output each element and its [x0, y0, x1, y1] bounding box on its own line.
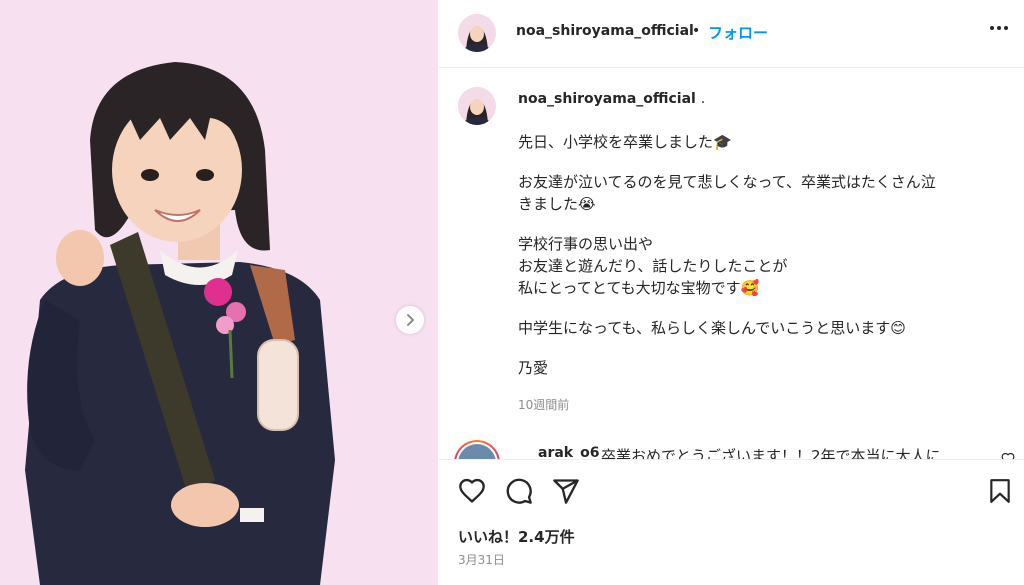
header-username[interactable]: noa_shiroyama_official	[516, 23, 694, 39]
caption-paragraph: 中学生になっても、私らしく楽しんでいこうと思います😊	[518, 317, 998, 339]
comment-avatar[interactable]	[454, 440, 500, 459]
likes-count[interactable]: いいね！2.4万件	[458, 526, 575, 547]
caption-avatar[interactable]	[458, 87, 496, 125]
save-button[interactable]	[987, 477, 1013, 509]
caption-paragraph: 先日、小学校を卒業しました🎓	[518, 131, 998, 153]
more-options-button[interactable]	[987, 16, 1011, 46]
avatar-image	[458, 87, 496, 125]
next-photo-button[interactable]	[396, 306, 424, 334]
post-media	[0, 0, 438, 585]
caption-paragraph: 乃愛	[518, 357, 998, 379]
more-horizontal-icon	[990, 26, 1008, 30]
chevron-right-icon	[407, 314, 414, 326]
post-header: noa_shiroyama_official • フォロー	[438, 0, 1024, 68]
caption-line: お友達と遊んだり、話したりしたことが	[518, 257, 788, 275]
caption-line: きました😭	[518, 195, 596, 213]
caption-line: 私にとってとても大切な宝物です🥰	[518, 279, 760, 297]
post-photo	[0, 0, 438, 585]
like-button[interactable]	[458, 477, 486, 509]
caption-signature: 乃愛	[518, 359, 549, 377]
action-bar: いいね！2.4万件 3月31日	[438, 459, 1024, 585]
caption-line: 学校行事の思い出や	[518, 235, 654, 253]
caption-paragraph: 学校行事の思い出や お友達と遊んだり、話したりしたことが 私にとってとても大切な…	[518, 233, 998, 299]
caption-text: 先日、小学校を卒業しました🎓 お友達が泣いてるのを見て悲しくなって、卒業式はたく…	[518, 131, 998, 397]
bookmark-icon	[990, 479, 1010, 503]
caption-timestamp[interactable]: 10週間前	[518, 396, 569, 413]
post-date[interactable]: 3月31日	[458, 551, 505, 568]
caption-line: 先日、小学校を卒業しました🎓	[518, 133, 732, 151]
post-side-panel: noa_shiroyama_official • フォロー noa_shiroy…	[438, 0, 1024, 585]
heart-icon	[459, 478, 485, 503]
caption-line: 中学生になっても、私らしく楽しんでいこうと思います😊	[518, 319, 906, 337]
comment-like-button[interactable]	[1001, 451, 1015, 459]
comment-button[interactable]	[505, 477, 533, 509]
comment-text: 卒業おめでとうございます！！2年で本当に大人に	[601, 447, 941, 459]
caption-paragraph: お友達が泣いてるのを見て悲しくなって、卒業式はたくさん泣 きました😭	[518, 171, 998, 215]
comment-row: arak_o6 卒業おめでとうございます！！2年で本当に大人に	[454, 437, 1015, 459]
comment-username[interactable]: arak_o6	[538, 445, 599, 459]
caption-username-line: noa_shiroyama_official .	[518, 91, 705, 107]
avatar[interactable]	[458, 14, 496, 52]
header-separator: •	[692, 23, 701, 39]
send-icon	[553, 479, 579, 504]
share-button[interactable]	[552, 477, 580, 509]
comment-icon	[506, 478, 532, 504]
caption-line: お友達が泣いてるのを見て悲しくなって、卒業式はたくさん泣	[518, 173, 936, 191]
follow-button[interactable]: フォロー	[708, 22, 768, 43]
caption-username[interactable]: noa_shiroyama_official	[518, 91, 696, 107]
avatar-image	[458, 14, 496, 52]
caption-username-suffix: .	[700, 91, 706, 107]
caption-area: noa_shiroyama_official . 先日、小学校を卒業しました🎓 …	[438, 69, 1024, 459]
heart-icon	[1001, 452, 1015, 459]
